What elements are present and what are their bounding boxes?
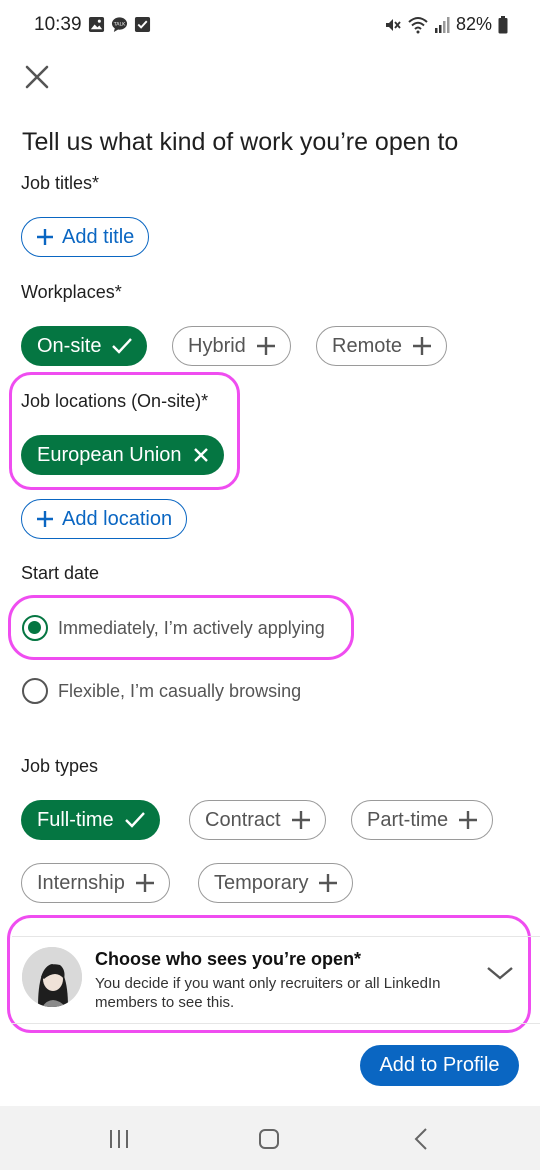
workplace-option-remote[interactable]: Remote [316,326,448,366]
job-type-option-label: Full-time [37,808,114,831]
plus-icon [256,337,275,355]
workplace-option-label: Hybrid [188,334,246,357]
start-date-option-flexible[interactable]: Flexible, I’m casually browsing [22,678,301,704]
checkmark-icon [124,812,145,828]
workplace-option-hybrid[interactable]: Hybrid [172,326,291,366]
home-icon [259,1129,279,1149]
visibility-title: Choose who sees you’re open* [95,949,362,969]
battery-icon [498,15,508,33]
signal-icon [434,16,450,33]
start-date-option-immediately[interactable]: Immediately, I’m actively applying [22,615,325,641]
status-time: 10:39 [34,14,82,35]
job-type-option-label: Internship [37,871,125,894]
svg-text:TALK: TALK [113,21,126,27]
plus-icon [37,511,53,527]
plus-icon [319,874,338,892]
workplace-option-label: On-site [37,334,102,357]
job-types-label: Job types [21,756,99,776]
job-locations-label: Job locations (On-site)* [21,391,209,411]
job-type-option-parttime[interactable]: Part-time [351,800,494,840]
job-type-option-temporary[interactable]: Temporary [198,863,354,903]
add-title-button[interactable]: Add title [21,217,150,257]
job-type-option-internship[interactable]: Internship [21,863,170,903]
start-date-label: Start date [21,563,100,583]
recent-apps-icon [110,1130,128,1148]
profile-photo [22,947,82,1007]
job-type-option-label: Contract [205,808,281,831]
back-button[interactable] [406,1124,436,1154]
remove-icon[interactable] [192,446,210,464]
plus-icon [135,874,154,892]
job-type-option-label: Temporary [214,871,309,894]
gallery-icon [88,16,105,33]
battery-percent: 82% [455,14,492,34]
workplace-option-label: Remote [332,334,403,357]
job-type-option-contract[interactable]: Contract [189,800,326,840]
visibility-selector[interactable]: Choose who sees you’re open* You decide … [12,936,540,1024]
status-bar: 10:39 TALK 82% [0,0,540,52]
system-nav-bar [0,1106,540,1170]
close-icon [25,65,49,89]
back-icon [414,1128,427,1150]
location-chip-european-union[interactable]: European Union [21,435,224,475]
location-chip-label: European Union [37,443,182,466]
chevron-down-icon[interactable] [486,965,514,981]
start-date-option-label: Flexible, I’m casually browsing [58,680,302,701]
plus-icon [291,811,310,829]
add-location-button[interactable]: Add location [21,499,188,539]
radio-unselected-icon[interactable] [22,678,48,704]
workplaces-label: Workplaces* [21,282,122,302]
talk-icon: TALK [111,17,128,33]
home-button[interactable] [254,1124,284,1154]
job-type-option-label: Part-time [367,808,449,831]
recent-apps-button[interactable] [104,1124,134,1154]
wifi-icon [408,16,428,33]
close-button[interactable] [22,62,52,92]
workplace-option-onsite[interactable]: On-site [21,326,148,366]
plus-icon [459,811,478,829]
add-location-label: Add location [62,507,173,530]
plus-icon [413,337,432,355]
add-to-profile-button[interactable]: Add to Profile [360,1045,519,1086]
job-titles-label: Job titles* [21,173,100,193]
plus-icon [37,229,53,245]
mute-icon [385,18,401,31]
checkmark-icon [112,338,133,354]
add-title-label: Add title [62,225,135,248]
radio-selected-icon[interactable] [22,615,48,641]
page-title: Tell us what kind of work you’re open to [22,128,459,156]
visibility-subtitle: You decide if you want only recruiters o… [95,975,441,1011]
avatar [22,947,82,1007]
job-type-option-fulltime[interactable]: Full-time [21,800,160,840]
checkbox-icon [134,16,151,33]
start-date-option-label: Immediately, I’m actively applying [58,617,325,638]
